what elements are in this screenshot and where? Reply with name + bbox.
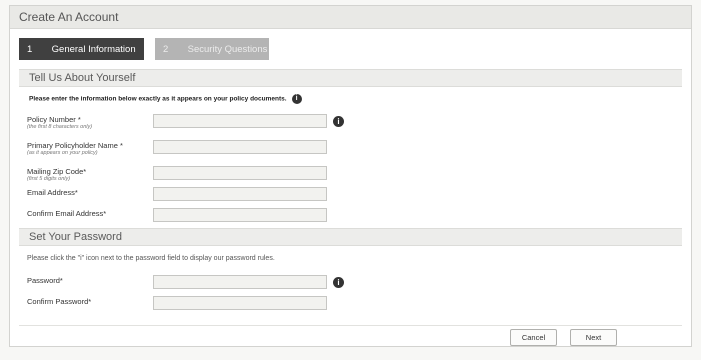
confirm-email-input[interactable]	[153, 208, 327, 222]
confirm-email-label: Confirm Email Address*	[27, 209, 107, 218]
info-icon[interactable]: i	[333, 116, 344, 127]
next-button[interactable]: Next	[570, 329, 617, 346]
email-label: Email Address*	[27, 188, 78, 197]
info-icon[interactable]: i	[291, 94, 302, 104]
instruction-text: Please enter the information below exact…	[29, 95, 287, 103]
section-title: Set Your Password	[29, 231, 122, 243]
policy-number-label: Policy Number *	[27, 115, 81, 124]
section-header-about: Tell Us About Yourself	[19, 69, 682, 87]
zip-code-hint: (first 5 digits only)	[27, 176, 71, 182]
step-general-information: 1 General Information	[19, 38, 144, 60]
page-title: Create An Account	[19, 10, 119, 24]
zip-code-label: Mailing Zip Code*	[27, 167, 87, 176]
divider	[19, 325, 682, 326]
about-instruction: Please enter the information below exact…	[29, 94, 302, 104]
section-title: Tell Us About Yourself	[29, 72, 136, 84]
cancel-button[interactable]: Cancel	[510, 329, 557, 346]
confirm-password-input[interactable]	[153, 296, 327, 310]
step-number: 2	[163, 44, 169, 55]
zip-code-input[interactable]	[153, 166, 327, 180]
create-account-panel: Create An Account 1 General Information …	[9, 5, 692, 347]
policy-number-hint: (the first 8 characters only)	[27, 124, 93, 130]
password-label: Password*	[27, 276, 63, 285]
confirm-password-label: Confirm Password*	[27, 297, 92, 306]
password-input[interactable]	[153, 275, 327, 289]
policyholder-name-label: Primary Policyholder Name *	[27, 141, 123, 150]
title-bar: Create An Account	[10, 6, 691, 29]
step-label: General Information	[51, 44, 136, 55]
email-input[interactable]	[153, 187, 327, 201]
step-security-questions: 2 Security Questions	[155, 38, 269, 60]
policyholder-name-hint: (as it appears on your policy)	[27, 150, 98, 156]
password-instruction: Please click the "i" icon next to the pa…	[27, 255, 275, 262]
section-header-password: Set Your Password	[19, 228, 682, 246]
policyholder-name-input[interactable]	[153, 140, 327, 154]
step-label: Security Questions	[187, 44, 268, 55]
info-icon[interactable]: i	[333, 277, 344, 288]
step-number: 1	[27, 44, 33, 55]
policy-number-input[interactable]	[153, 114, 327, 128]
